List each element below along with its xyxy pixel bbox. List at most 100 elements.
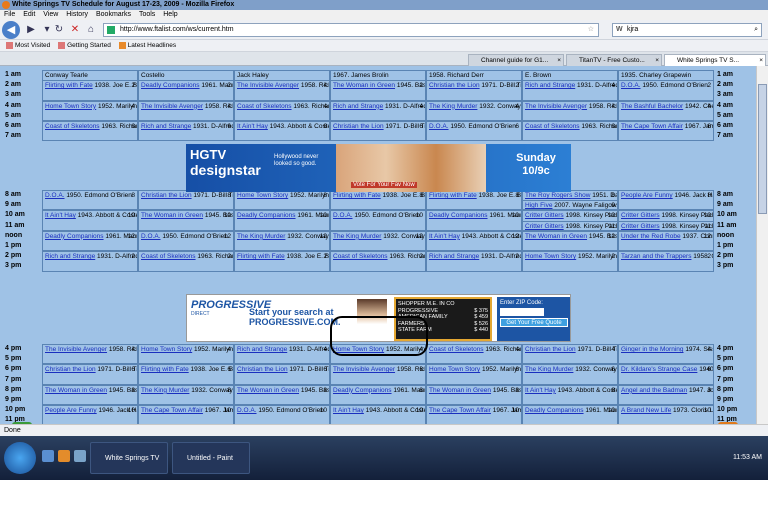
- program-title-link[interactable]: Christian the Lion: [333, 123, 384, 130]
- program-title-link[interactable]: D.O.A.: [333, 212, 353, 219]
- firefox-quick-launch-icon[interactable]: [58, 450, 70, 462]
- menu-view[interactable]: View: [43, 11, 58, 18]
- program-title-link[interactable]: The Roy Rogers Show: [525, 192, 590, 199]
- program-cell[interactable]: Angel and the Badman 1947. John Wayne8: [618, 384, 714, 406]
- program-title-link[interactable]: It Ain't Hay: [45, 212, 76, 219]
- free-quote-button[interactable]: Get Your Free Quote: [500, 318, 568, 327]
- program-title-link[interactable]: Christian the Lion: [45, 366, 96, 373]
- program-cell[interactable]: The Invisible Avenger 1958. Richard Derr…: [138, 100, 234, 121]
- program-title-link[interactable]: The King Murder: [525, 366, 573, 373]
- program-title-link[interactable]: D.O.A.: [429, 123, 449, 130]
- taskbar-item-paint[interactable]: Untitled - Paint: [172, 442, 250, 474]
- program-cell[interactable]: Deadly Companions 1961. Maureen O'Hara8: [330, 384, 426, 406]
- program-cell[interactable]: Deadly Companions 1961. Maureen O'Hara2: [138, 80, 234, 101]
- bookmark-getting-started[interactable]: Getting Started: [58, 41, 111, 49]
- program-title-link[interactable]: The King Murder: [237, 233, 285, 240]
- bookmark-star-icon[interactable]: ☆: [588, 24, 594, 36]
- program-cell[interactable]: Home Town Story 1952. Marilyn Monroe6: [426, 364, 522, 385]
- program-title-link[interactable]: It Ain't Hay: [525, 387, 556, 394]
- bookmark-most-visited[interactable]: Most Visited: [6, 41, 50, 49]
- program-title-link[interactable]: Coast of Skeletons: [333, 253, 388, 260]
- program-title-link[interactable]: The Woman in Green: [237, 387, 299, 394]
- program-cell[interactable]: The King Murder 1932. Conway Tearle12: [234, 230, 330, 252]
- program-title-link[interactable]: Home Town Story: [45, 103, 96, 110]
- program-title-link[interactable]: D.O.A.: [237, 407, 257, 414]
- program-title-link[interactable]: Rich and Strange: [45, 253, 95, 260]
- menu-history[interactable]: History: [66, 11, 88, 18]
- program-title-link[interactable]: The Invisible Avenger: [141, 103, 203, 110]
- program-cell[interactable]: D.O.A. 1950. Edmond O'Brien 2: [618, 80, 714, 101]
- program-title-link[interactable]: Coast of Skeletons: [525, 123, 580, 130]
- reload-icon[interactable]: ↻: [52, 23, 66, 37]
- vertical-scrollbar[interactable]: [756, 66, 768, 424]
- program-title-link[interactable]: The Woman in Green: [429, 387, 491, 394]
- program-cell[interactable]: It Ain't Hay 1943. Abbott & Costello6: [234, 121, 330, 142]
- program-cell[interactable]: Home Town Story 1952. Marilyn Monroe4: [42, 100, 138, 121]
- scrollbar-thumb[interactable]: [758, 84, 767, 214]
- program-cell[interactable]: Deadly Companions 1961. Maureen O'Hara12: [42, 230, 138, 252]
- program-title-link[interactable]: The Woman in Green: [45, 387, 107, 394]
- close-icon[interactable]: ×: [759, 55, 763, 66]
- program-cell[interactable]: The King Murder 1932. Conway Tearle4: [426, 100, 522, 121]
- program-title-link[interactable]: The Invisible Avenger: [525, 103, 587, 110]
- program-title-link[interactable]: It Ain't Hay: [429, 233, 460, 240]
- program-title-link[interactable]: Critter Gitters: [621, 223, 660, 230]
- program-cell[interactable]: Coast of Skeletons 1963. Richard Todd2: [138, 251, 234, 272]
- program-title-link[interactable]: Ginger in the Morning: [621, 346, 684, 353]
- program-title-link[interactable]: Flirting with Fate: [237, 253, 285, 260]
- program-title-link[interactable]: Angel and the Badman: [621, 387, 687, 394]
- program-cell[interactable]: D.O.A. 1950. Edmond O'Brien 10: [234, 405, 330, 424]
- program-title-link[interactable]: People Are Funny: [45, 407, 97, 414]
- program-cell[interactable]: Christian the Lion 1971. D-Bill Travers6: [234, 364, 330, 385]
- program-cell[interactable]: The Cape Town Affair 1967. James Brolin6: [618, 121, 714, 142]
- taskbar-item-firefox[interactable]: White Springs TV Sc...: [90, 442, 168, 494]
- program-cell[interactable]: Coast of Skeletons 1963. Richard Todd6: [522, 121, 618, 142]
- program-title-link[interactable]: Rich and Strange: [429, 253, 479, 260]
- program-title-link[interactable]: Deadly Companions: [333, 387, 392, 394]
- program-title-link[interactable]: Coast of Skeletons: [237, 103, 292, 110]
- search-icon[interactable]: ⌕: [754, 24, 758, 36]
- program-cell[interactable]: Tarzan and the Trappers 1958. Gordon Sco…: [618, 251, 714, 272]
- program-cell[interactable]: Coast of Skeletons 1963. Richard Todd2: [330, 251, 426, 272]
- program-title-link[interactable]: The Cape Town Affair: [141, 407, 203, 414]
- program-cell[interactable]: Coast of Skeletons 1963. Richard Todd4: [426, 344, 522, 365]
- program-title-link[interactable]: The King Murder: [429, 103, 477, 110]
- program-cell[interactable]: Rich and Strange 1931. D-Alfred Hitchcoc…: [522, 80, 618, 101]
- program-cell[interactable]: Flirting with Fate 1938. Joe E. Brown6: [138, 364, 234, 385]
- menu-edit[interactable]: Edit: [23, 11, 35, 18]
- program-title-link[interactable]: Home Town Story: [237, 192, 288, 199]
- program-cell[interactable]: The Woman in Green 1945. Basil Rathbone8: [426, 384, 522, 406]
- program-title-link[interactable]: Critter Gitters: [525, 223, 564, 230]
- program-title-link[interactable]: Rich and Strange: [237, 346, 287, 353]
- program-cell[interactable]: Flirting with Fate 1938. Joe E. Brown2: [42, 80, 138, 101]
- start-button[interactable]: [4, 442, 36, 474]
- program-cell[interactable]: Christian the Lion 1971. D-Bill Travers6: [42, 364, 138, 385]
- program-title-link[interactable]: Home Town Story: [429, 366, 480, 373]
- program-cell[interactable]: Christian the Lion 1971. D-Bill Travers8: [138, 190, 234, 211]
- menu-tools[interactable]: Tools: [139, 11, 155, 18]
- program-title-link[interactable]: Coast of Skeletons: [141, 253, 196, 260]
- program-cell[interactable]: High Five 2007. Wayne Faligowski 9: [522, 200, 618, 211]
- program-cell[interactable]: It Ain't Hay 1943. Abbott & Costello10: [42, 210, 138, 231]
- program-title-link[interactable]: The Woman in Green: [333, 82, 395, 89]
- program-cell[interactable]: Home Town Story 1952. Marilyn Monroe8: [234, 190, 330, 211]
- tab-white-springs[interactable]: White Springs TV S... ×: [664, 54, 766, 66]
- bookmark-latest-headlines[interactable]: Latest Headlines: [118, 41, 176, 49]
- search-bar[interactable]: W kjra ⌕: [612, 23, 762, 37]
- program-title-link[interactable]: People Are Funny: [621, 192, 673, 199]
- tab-titantv[interactable]: TitanTV - Free Custo... ×: [566, 54, 662, 66]
- program-cell[interactable]: The Cape Town Affair 1967. James Brolin1…: [138, 405, 234, 424]
- program-cell[interactable]: Rich and Strange 1931. D-Alfred Hitchcoc…: [330, 100, 426, 121]
- program-cell[interactable]: It Ain't Hay 1943. Abbott & Costello8: [522, 384, 618, 406]
- program-title-link[interactable]: The Woman in Green: [525, 233, 587, 240]
- program-cell[interactable]: Dr. Kildare's Strange Case 1940. Lew Ayr…: [618, 364, 714, 385]
- program-title-link[interactable]: The Invisible Avenger: [333, 366, 395, 373]
- program-title-link[interactable]: The Cape Town Affair: [621, 123, 683, 130]
- program-cell[interactable]: The Woman in Green 1945. Basil Rathbone8: [42, 384, 138, 406]
- program-title-link[interactable]: The King Murder: [333, 233, 381, 240]
- program-cell[interactable]: Critter Gitters 1998. Kinsey Packard11: [522, 220, 618, 231]
- program-cell[interactable]: D.O.A. 1950. Edmond O'Brien 12: [138, 230, 234, 252]
- program-title-link[interactable]: The Invisible Avenger: [237, 82, 299, 89]
- program-cell[interactable]: The King Murder 1932. Conway Tearle6: [522, 364, 618, 385]
- program-title-link[interactable]: Coast of Skeletons: [45, 123, 100, 130]
